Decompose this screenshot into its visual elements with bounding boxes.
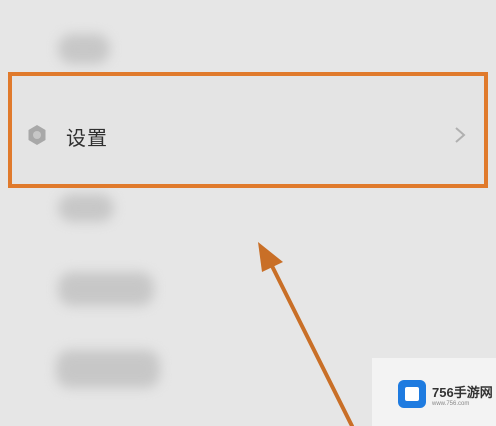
watermark-url: www.756.com bbox=[432, 401, 470, 407]
gear-icon bbox=[28, 125, 46, 145]
watermark-brand: 756手游网 bbox=[432, 385, 493, 400]
blurred-menu-item bbox=[58, 34, 110, 64]
blurred-menu-item bbox=[58, 272, 154, 306]
chevron-right-icon bbox=[455, 127, 466, 143]
settings-label: 设置 bbox=[66, 126, 108, 150]
blurred-menu-item bbox=[56, 350, 160, 388]
watermark-logo-icon bbox=[398, 380, 426, 408]
settings-menu-item[interactable]: 设置 bbox=[8, 72, 488, 188]
watermark: 756手游网 www.756.com bbox=[372, 358, 496, 426]
blurred-menu-item bbox=[58, 194, 114, 222]
